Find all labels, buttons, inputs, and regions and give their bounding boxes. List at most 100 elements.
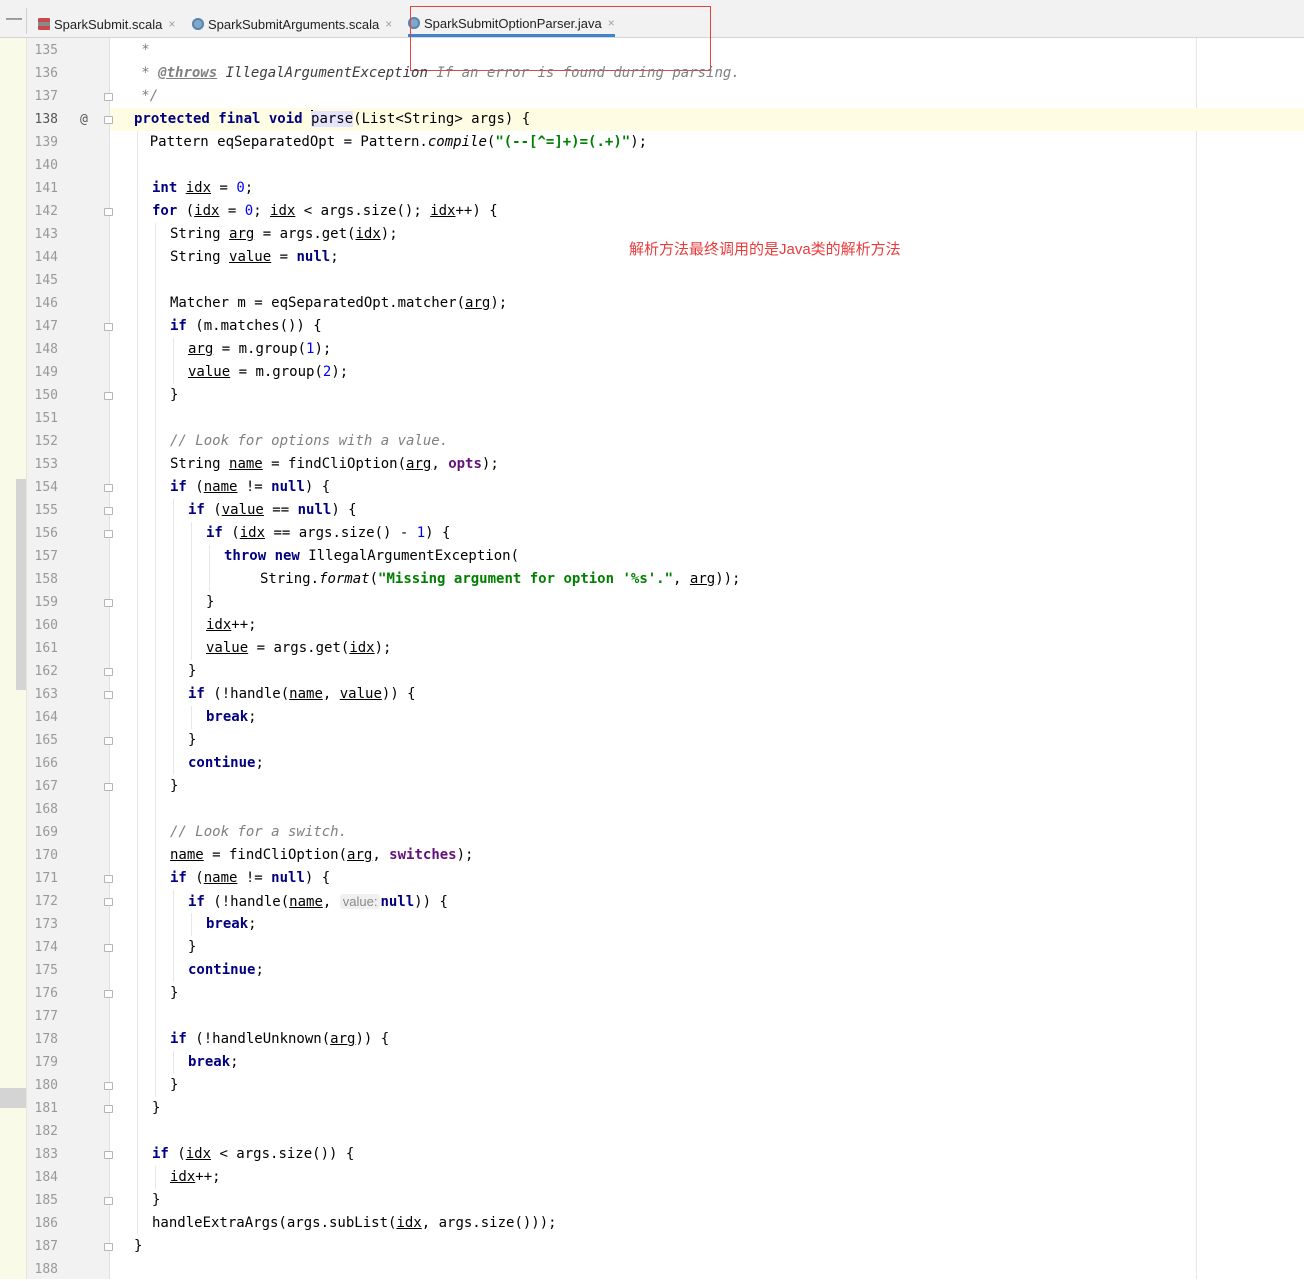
code-line[interactable]: if (!handle(name, value)) {	[188, 683, 416, 706]
fold-end-icon[interactable]	[104, 990, 113, 998]
tab-label: SparkSubmitArguments.scala	[208, 16, 380, 32]
fold-end-icon[interactable]	[104, 93, 113, 101]
code-line[interactable]: }	[188, 936, 196, 959]
fold-start-icon[interactable]	[104, 898, 113, 906]
code-line[interactable]: break;	[206, 706, 257, 729]
code-line[interactable]: // Look for options with a value.	[170, 430, 448, 453]
fold-end-icon[interactable]	[104, 944, 113, 952]
line-number: 138	[34, 112, 58, 127]
fold-start-icon[interactable]	[104, 484, 113, 492]
code-line[interactable]: if (value == null) {	[188, 499, 357, 522]
code-line[interactable]: value = args.get(idx);	[206, 637, 391, 660]
code-line[interactable]: String value = null;	[170, 246, 339, 269]
fold-end-icon[interactable]	[104, 1243, 113, 1251]
code-line[interactable]: continue;	[188, 959, 264, 982]
code-line[interactable]: throw new IllegalArgumentException(	[224, 545, 519, 568]
code-line[interactable]: String.format("Missing argument for opti…	[260, 568, 741, 591]
close-icon[interactable]: ×	[385, 17, 392, 31]
code-line[interactable]: if (!handle(name, value: null)) {	[188, 890, 448, 913]
close-icon[interactable]: ×	[168, 17, 175, 31]
code-line[interactable]: idx++;	[206, 614, 257, 637]
code-line[interactable]: Pattern eqSeparatedOpt = Pattern.compile…	[116, 131, 647, 154]
code-line[interactable]: Matcher m = eqSeparatedOpt.matcher(arg);	[170, 292, 507, 315]
line-number: 146	[34, 296, 58, 311]
line-number: 185	[34, 1193, 58, 1208]
code-line[interactable]: if (idx < args.size()) {	[152, 1143, 354, 1166]
code-line[interactable]: value = m.group(2);	[188, 361, 348, 384]
indent-guide	[173, 338, 174, 384]
code-line[interactable]: if (m.matches()) {	[170, 315, 322, 338]
line-number: 155	[34, 503, 58, 518]
code-line[interactable]: }	[188, 660, 196, 683]
fold-start-icon[interactable]	[104, 323, 113, 331]
line-number: 173	[34, 917, 58, 932]
line-number: 135	[34, 43, 58, 58]
fold-end-icon[interactable]	[104, 783, 113, 791]
fold-end-icon[interactable]	[104, 1197, 113, 1205]
line-number: 154	[34, 480, 58, 495]
code-line[interactable]: }	[152, 1097, 160, 1120]
code-line[interactable]: }	[188, 729, 196, 752]
indent-guide	[137, 131, 138, 1235]
code-line[interactable]: handleExtraArgs(args.subList(idx, args.s…	[152, 1212, 557, 1235]
code-line[interactable]: }	[170, 982, 178, 1005]
indent-guide	[173, 499, 174, 775]
fold-start-icon[interactable]	[104, 875, 113, 883]
indent-guide	[191, 913, 192, 936]
fold-end-icon[interactable]	[104, 1105, 113, 1113]
change-marker	[0, 1088, 26, 1108]
collapse-icon[interactable]: —	[6, 10, 22, 28]
code-line[interactable]: idx++;	[170, 1166, 221, 1189]
code-line[interactable]: if (name != null) {	[170, 476, 330, 499]
tab-divider	[26, 8, 27, 34]
override-marker-icon[interactable]: @	[80, 108, 88, 131]
code-line[interactable]: *	[116, 39, 149, 62]
indent-guide	[155, 1166, 156, 1189]
code-line[interactable]: String arg = args.get(idx);	[170, 223, 398, 246]
code-line[interactable]: }	[170, 384, 178, 407]
tab-label: SparkSubmit.scala	[54, 16, 163, 32]
code-line[interactable]: }	[170, 775, 178, 798]
indent-guide	[191, 522, 192, 660]
code-line[interactable]: }	[170, 1074, 178, 1097]
fold-start-icon[interactable]	[104, 507, 113, 515]
code-line[interactable]: if (idx == args.size() - 1) {	[206, 522, 450, 545]
code-line[interactable]: // Look for a switch.	[170, 821, 347, 844]
code-line[interactable]: }	[152, 1189, 160, 1212]
tab-sparksubmit-scala[interactable]: SparkSubmit.scala ×	[38, 12, 175, 36]
code-line[interactable]: protected final void parse(List<String> …	[134, 108, 530, 131]
line-number: 184	[34, 1170, 58, 1185]
code-line[interactable]: if (name != null) {	[170, 867, 330, 890]
code-line[interactable]: arg = m.group(1);	[188, 338, 331, 361]
line-number: 167	[34, 779, 58, 794]
code-line[interactable]: break;	[188, 1051, 239, 1074]
fold-start-icon[interactable]	[104, 208, 113, 216]
code-line[interactable]: if (!handleUnknown(arg)) {	[170, 1028, 389, 1051]
fold-end-icon[interactable]	[104, 668, 113, 676]
code-line[interactable]: String name = findCliOption(arg, opts);	[170, 453, 499, 476]
line-number: 166	[34, 756, 58, 771]
fold-end-icon[interactable]	[104, 392, 113, 400]
fold-start-icon[interactable]	[104, 530, 113, 538]
code-line[interactable]: }	[134, 1235, 142, 1258]
code-line[interactable]: for (idx = 0; idx < args.size(); idx++) …	[152, 200, 498, 223]
tab-sparksubmitarguments-scala[interactable]: SparkSubmitArguments.scala ×	[192, 12, 392, 36]
fold-end-icon[interactable]	[104, 599, 113, 607]
line-number: 162	[34, 664, 58, 679]
code-line[interactable]: }	[206, 591, 214, 614]
code-line[interactable]: continue;	[188, 752, 264, 775]
line-number: 161	[34, 641, 58, 656]
fold-end-icon[interactable]	[104, 737, 113, 745]
fold-start-icon[interactable]	[104, 1151, 113, 1159]
fold-start-icon[interactable]	[104, 691, 113, 699]
right-margin-guide	[1196, 38, 1197, 1279]
code-line[interactable]: name = findCliOption(arg, switches);	[170, 844, 473, 867]
code-line[interactable]: */	[116, 85, 158, 108]
code-line[interactable]: int idx = 0;	[152, 177, 253, 200]
fold-end-icon[interactable]	[104, 1082, 113, 1090]
code-line[interactable]: break;	[206, 913, 257, 936]
indent-guide	[173, 890, 174, 982]
fold-start-icon[interactable]	[104, 116, 113, 124]
line-number: 165	[34, 733, 58, 748]
code-line[interactable]: * @throws IllegalArgumentException If an…	[116, 62, 739, 85]
